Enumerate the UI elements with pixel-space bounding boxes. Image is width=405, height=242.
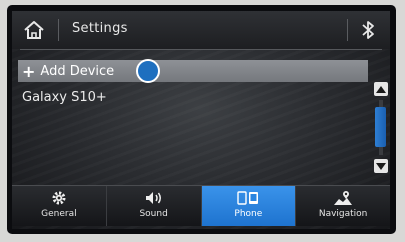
infotainment-screen: Settings + Add Device Galaxy S10+ Genera… [12, 11, 390, 229]
tab-general[interactable]: General [12, 186, 107, 226]
bluetooth-button[interactable] [354, 16, 382, 44]
bluetooth-icon [362, 21, 374, 39]
tab-label: General [41, 209, 77, 219]
scroll-up-button[interactable] [374, 82, 388, 96]
bottom-tab-bar: General Sound Phone Navigation [12, 185, 390, 226]
device-name: Galaxy S10+ [22, 89, 107, 105]
tab-label: Phone [234, 209, 263, 219]
list-item[interactable]: Galaxy S10+ [18, 86, 368, 108]
triangle-down-icon [376, 162, 386, 170]
header-bar: Settings [12, 11, 390, 49]
home-button[interactable] [18, 17, 50, 43]
add-device-label: Add Device [40, 63, 115, 79]
tab-label: Navigation [318, 209, 368, 219]
home-icon [24, 21, 44, 39]
plus-icon: + [22, 61, 36, 81]
tab-label: Sound [139, 209, 168, 219]
touch-indicator [136, 59, 160, 83]
phone-icon [237, 190, 259, 206]
map-pin-icon [333, 190, 353, 206]
speaker-icon [145, 190, 163, 206]
scroll-down-button[interactable] [374, 159, 388, 173]
gear-icon [51, 190, 67, 206]
tab-sound[interactable]: Sound [107, 186, 202, 226]
triangle-up-icon [376, 85, 386, 93]
device-list: + Add Device Galaxy S10+ [18, 59, 368, 112]
header-underline [20, 49, 382, 50]
tab-navigation[interactable]: Navigation [296, 186, 390, 226]
header-divider [347, 19, 348, 41]
page-title: Settings [72, 21, 128, 36]
tab-phone[interactable]: Phone [201, 186, 297, 226]
header-divider [58, 19, 59, 41]
add-device-button[interactable]: + Add Device [18, 59, 368, 83]
scroll-thumb[interactable] [375, 107, 386, 147]
